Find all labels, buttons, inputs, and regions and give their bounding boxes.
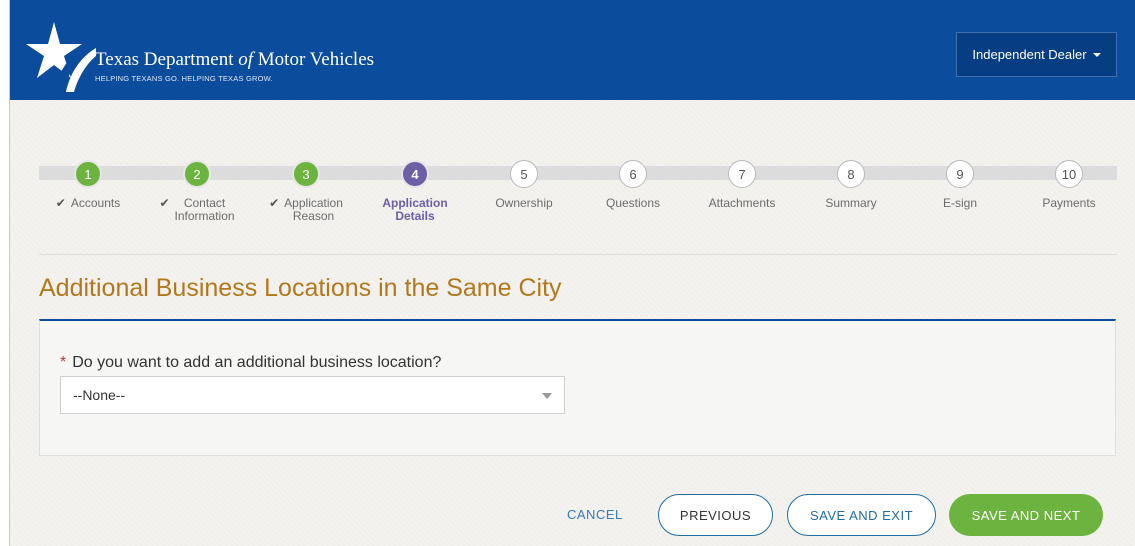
site-header: Texas Department of Motor Vehicles HELPI…: [10, 0, 1135, 100]
step-number: 8: [837, 160, 865, 188]
step-label: Summary: [825, 196, 877, 210]
step-number: 2: [183, 160, 211, 188]
question-label: * Do you want to add an additional busine…: [60, 354, 441, 372]
checkmark-icon: ✔: [159, 196, 170, 210]
checkmark-icon: ✔: [269, 196, 280, 210]
step-questions: 6 Questions: [578, 160, 688, 210]
question-text: Do you want to add an additional busines…: [72, 354, 442, 371]
step-label: E-sign: [942, 196, 977, 210]
brand-title: Texas Department of Motor Vehicles: [95, 49, 375, 70]
previous-button[interactable]: PREVIOUS: [658, 494, 773, 536]
step-contact-information: 2 ✔ Contact Information: [142, 160, 252, 223]
step-payments: 10 Payments: [1014, 160, 1124, 210]
checkmark-icon: ✔: [55, 196, 66, 210]
additional-location-select[interactable]: --None--: [60, 376, 565, 414]
txdmv-star-logo: [26, 22, 96, 92]
step-number: 1: [74, 160, 102, 188]
step-application-details: 4 Application Details: [360, 160, 470, 223]
step-number: 5: [510, 160, 538, 188]
dropdown-arrow-icon: [542, 393, 552, 399]
save-and-exit-button[interactable]: SAVE AND EXIT: [787, 494, 936, 536]
save-and-next-button[interactable]: SAVE AND NEXT: [949, 494, 1103, 536]
section-title: Additional Business Locations in the Sam…: [39, 274, 562, 302]
step-application-reason: 3 ✔ Application Reason: [251, 160, 361, 223]
step-number: 10: [1055, 160, 1083, 188]
brand-tagline: HELPING TEXANS GO. HELPING TEXAS GROW.: [95, 74, 273, 83]
step-label: Application Reason: [284, 196, 343, 223]
user-menu-label: Independent Dealer: [972, 47, 1087, 62]
step-label: Attachments: [708, 196, 776, 210]
step-label: Application Details: [382, 196, 448, 223]
step-e-sign: 9 E-sign: [905, 160, 1015, 210]
step-ownership: 5 Ownership: [469, 160, 579, 210]
select-value: --None--: [73, 387, 126, 403]
step-label: Contact Information: [174, 196, 235, 223]
user-menu-button[interactable]: Independent Dealer: [956, 32, 1117, 77]
step-number: 4: [401, 160, 429, 188]
step-number: 6: [619, 160, 647, 188]
required-marker: *: [60, 354, 67, 371]
page-frame: Texas Department of Motor Vehicles HELPI…: [9, 0, 1135, 546]
step-number: 9: [946, 160, 974, 188]
step-label: Accounts: [70, 196, 121, 210]
step-summary: 8 Summary: [796, 160, 906, 210]
form-panel: * Do you want to add an additional busine…: [39, 319, 1116, 456]
section-divider: [39, 254, 1117, 255]
step-attachments: 7 Attachments: [687, 160, 797, 210]
step-label: Questions: [605, 196, 661, 210]
step-label: Payments: [1042, 196, 1096, 210]
step-number: 7: [728, 160, 756, 188]
cancel-button[interactable]: CANCEL: [567, 507, 623, 522]
step-number: 3: [292, 160, 320, 188]
step-label: Ownership: [495, 196, 553, 210]
step-accounts: 1 ✔ Accounts: [33, 160, 143, 210]
caret-down-icon: [1092, 52, 1101, 57]
